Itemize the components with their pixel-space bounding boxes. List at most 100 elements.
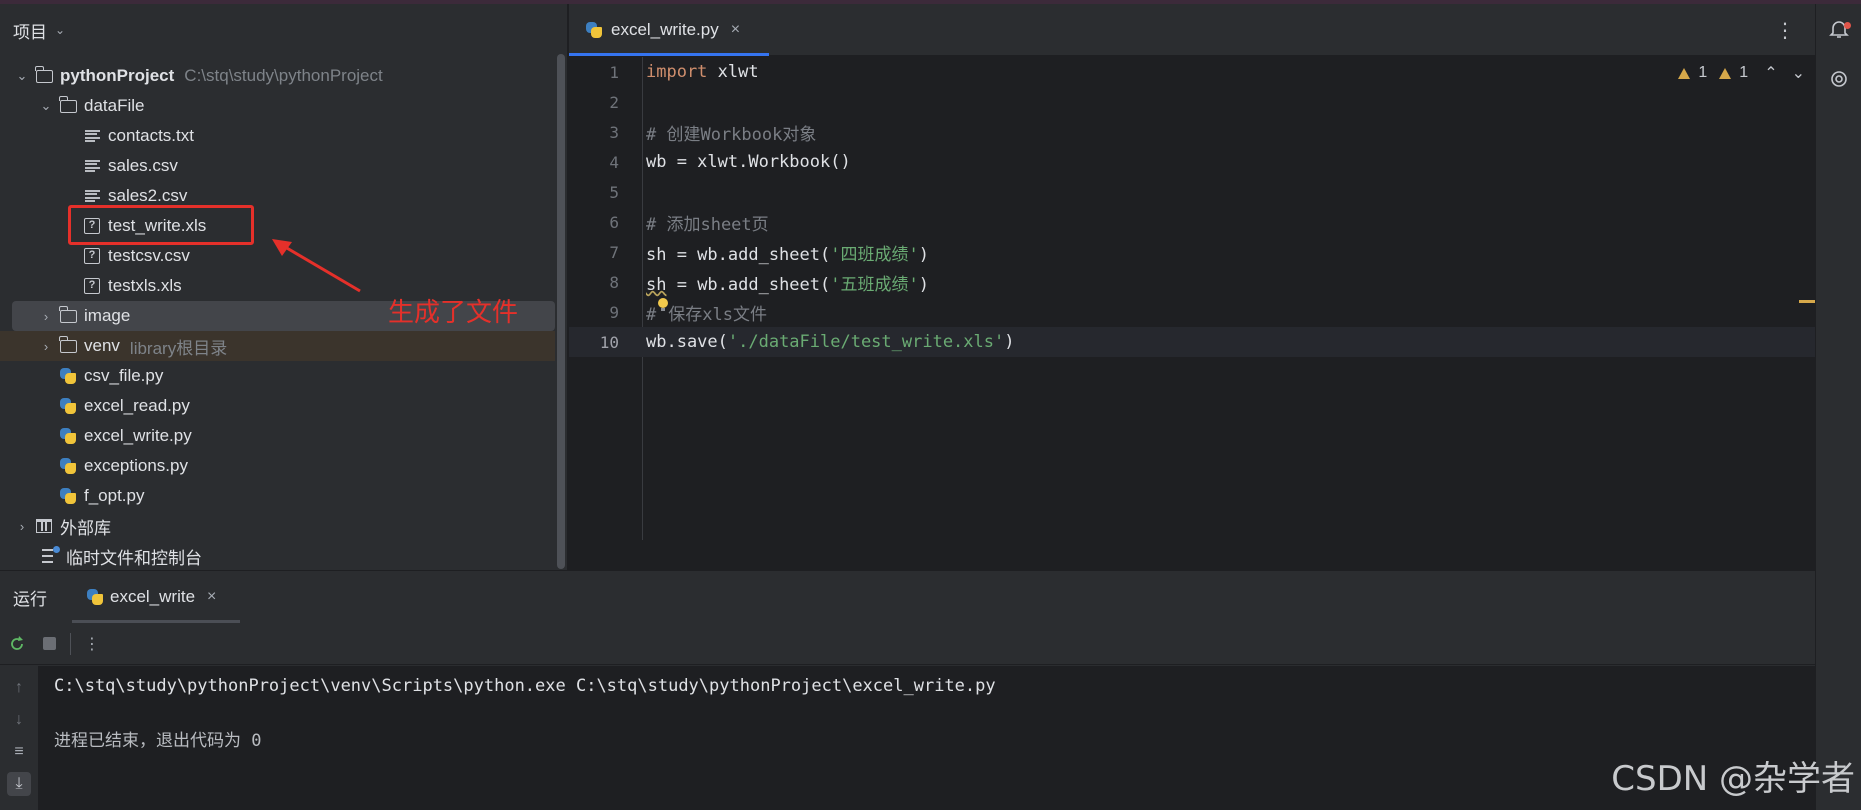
tree-item-sales-csv[interactable]: sales.csv <box>12 151 555 181</box>
tree-item-dataFile[interactable]: ⌄ dataFile <box>12 91 555 121</box>
line-number: 3 <box>609 122 619 142</box>
folder-icon <box>58 305 77 323</box>
ai-assistant-icon[interactable] <box>1828 68 1850 90</box>
code-text: = wb.add_sheet( <box>666 274 831 295</box>
comment: # 添加sheet页 <box>646 214 769 235</box>
more-options-icon[interactable]: ⋮ <box>1775 18 1795 43</box>
string-literal: '五班成绩' <box>830 274 919 295</box>
code-line[interactable]: 9 # 保存xls文件 <box>569 297 1815 327</box>
close-icon[interactable]: × <box>731 21 740 39</box>
code-line[interactable]: 7 sh = wb.add_sheet('四班成绩') <box>569 237 1815 267</box>
warning-stripe-marker[interactable] <box>1799 300 1815 303</box>
tree-item-contacts-txt[interactable]: contacts.txt <box>12 121 555 151</box>
scroll-to-end-icon[interactable]: ⤓ <box>7 772 31 796</box>
code-text: ) <box>918 244 929 265</box>
code-editor[interactable]: 1 import xlwt 2 3 # 创建Workbook对象 4 wb = … <box>569 57 1815 540</box>
stop-button[interactable] <box>38 633 60 655</box>
run-tab-label: excel_write <box>110 587 196 606</box>
line-number: 10 <box>599 332 619 352</box>
string-literal: './dataFile/test_write.xls' <box>727 332 1005 352</box>
tree-item-label: exceptions.py <box>84 456 188 475</box>
comment: 保存xls文件 <box>668 304 767 325</box>
scratches-icon <box>42 546 60 563</box>
chevron-down-icon[interactable]: ⌄ <box>1792 63 1805 83</box>
unknown-file-icon: ? <box>84 248 100 264</box>
warning-variable[interactable]: sh <box>646 275 666 295</box>
python-file-icon <box>59 487 77 505</box>
chevron-down-icon[interactable]: ⌄ <box>55 23 65 37</box>
arrow-down-icon[interactable]: ↓ <box>7 708 31 732</box>
chevron-right-icon[interactable]: › <box>36 309 56 324</box>
code-line-current[interactable]: 10 wb.save('./dataFile/test_write.xls') <box>569 327 1815 357</box>
inspection-widget[interactable]: 1 1 ⌃ ⌄ <box>1678 63 1805 83</box>
line-number: 7 <box>609 242 619 262</box>
line-number: 6 <box>609 212 619 232</box>
python-file-icon <box>59 457 77 475</box>
console-output[interactable]: C:\stq\study\pythonProject\venv\Scripts\… <box>38 666 1815 810</box>
line-number: 1 <box>609 62 619 82</box>
console-exit-message: 进程已结束，退出代码为 0 <box>54 731 262 751</box>
code-text: ) <box>918 274 929 295</box>
line-number: 2 <box>609 92 619 112</box>
code-line[interactable]: 6 # 添加sheet页 <box>569 207 1815 237</box>
tree-item-external-libraries[interactable]: › 外部库 <box>12 511 555 541</box>
code-text: wb.save( <box>646 332 728 352</box>
code-line[interactable]: 2 <box>569 87 1815 117</box>
line-number: 4 <box>609 152 619 172</box>
console-command-line: C:\stq\study\pythonProject\venv\Scripts\… <box>54 676 996 696</box>
text-file-icon <box>84 160 100 172</box>
tree-item-label: 外部库 <box>60 518 111 538</box>
chevron-down-icon[interactable]: ⌄ <box>12 68 32 84</box>
tree-item-label: contacts.txt <box>108 126 194 145</box>
project-panel-header[interactable]: 项目 ⌄ <box>0 4 567 56</box>
chevron-right-icon[interactable]: › <box>12 519 32 534</box>
notification-badge <box>1844 22 1851 29</box>
active-tab-indicator <box>72 620 240 623</box>
library-icon <box>36 519 52 533</box>
tab-excel-write-py[interactable]: excel_write.py × <box>569 4 769 56</box>
tree-item-csv-file-py[interactable]: csv_file.py <box>12 361 555 391</box>
run-panel-header: 运行 excel_write × <box>0 571 1815 623</box>
right-tool-bar <box>1815 4 1861 810</box>
code-line[interactable]: 5 <box>569 177 1815 207</box>
chevron-down-icon[interactable]: ⌄ <box>36 98 56 114</box>
soft-wrap-icon[interactable]: ≡ <box>7 740 31 764</box>
close-icon[interactable]: × <box>207 588 216 606</box>
tree-scrollbar[interactable] <box>557 54 565 569</box>
annotation-arrow-icon <box>272 239 361 293</box>
python-file-icon <box>585 21 603 39</box>
code-line[interactable]: 8 sh = wb.add_sheet('五班成绩') <box>569 267 1815 297</box>
tree-item-label: excel_read.py <box>84 396 190 415</box>
chevron-right-icon[interactable]: › <box>36 339 56 354</box>
comment: # 创建Workbook对象 <box>646 124 817 145</box>
code-line[interactable]: 3 # 创建Workbook对象 <box>569 117 1815 147</box>
keyword: import <box>646 62 708 82</box>
chevron-up-icon[interactable]: ⌃ <box>1764 63 1777 83</box>
line-number: 5 <box>609 182 619 202</box>
folder-icon <box>34 65 53 83</box>
rerun-icon[interactable] <box>6 633 28 655</box>
tree-item-excel-write-py[interactable]: excel_write.py <box>12 421 555 451</box>
more-options-icon[interactable]: ⋮ <box>81 633 103 655</box>
tree-item-label: testxls.xls <box>108 276 182 295</box>
string-literal: '四班成绩' <box>830 244 919 265</box>
tree-item-pythonProject[interactable]: ⌄ pythonProject C:\stq\study\pythonProje… <box>12 61 555 91</box>
tree-item-excel-read-py[interactable]: excel_read.py <box>12 391 555 421</box>
code-line[interactable]: 1 import xlwt <box>569 57 1815 87</box>
tree-item-label: testcsv.csv <box>108 246 190 265</box>
python-file-icon <box>59 367 77 385</box>
tree-item-label: excel_write.py <box>84 426 192 445</box>
lightbulb-icon[interactable] <box>657 298 669 312</box>
active-tab-indicator <box>569 53 769 56</box>
unknown-file-icon: ? <box>84 278 100 294</box>
folder-icon <box>58 335 77 353</box>
arrow-up-icon[interactable]: ↑ <box>7 676 31 700</box>
code-line[interactable]: 4 wb = xlwt.Workbook() <box>569 147 1815 177</box>
tree-item-scratches[interactable]: 临时文件和控制台 <box>12 541 555 571</box>
run-tab-excel-write[interactable]: excel_write × <box>72 571 240 623</box>
tree-item-exceptions-py[interactable]: exceptions.py <box>12 451 555 481</box>
tab-label: excel_write.py <box>611 20 719 39</box>
tree-item-label: sales.csv <box>108 156 178 175</box>
tree-item-f-opt-py[interactable]: f_opt.py <box>12 481 555 511</box>
tree-item-venv[interactable]: › venv library根目录 <box>0 331 555 361</box>
